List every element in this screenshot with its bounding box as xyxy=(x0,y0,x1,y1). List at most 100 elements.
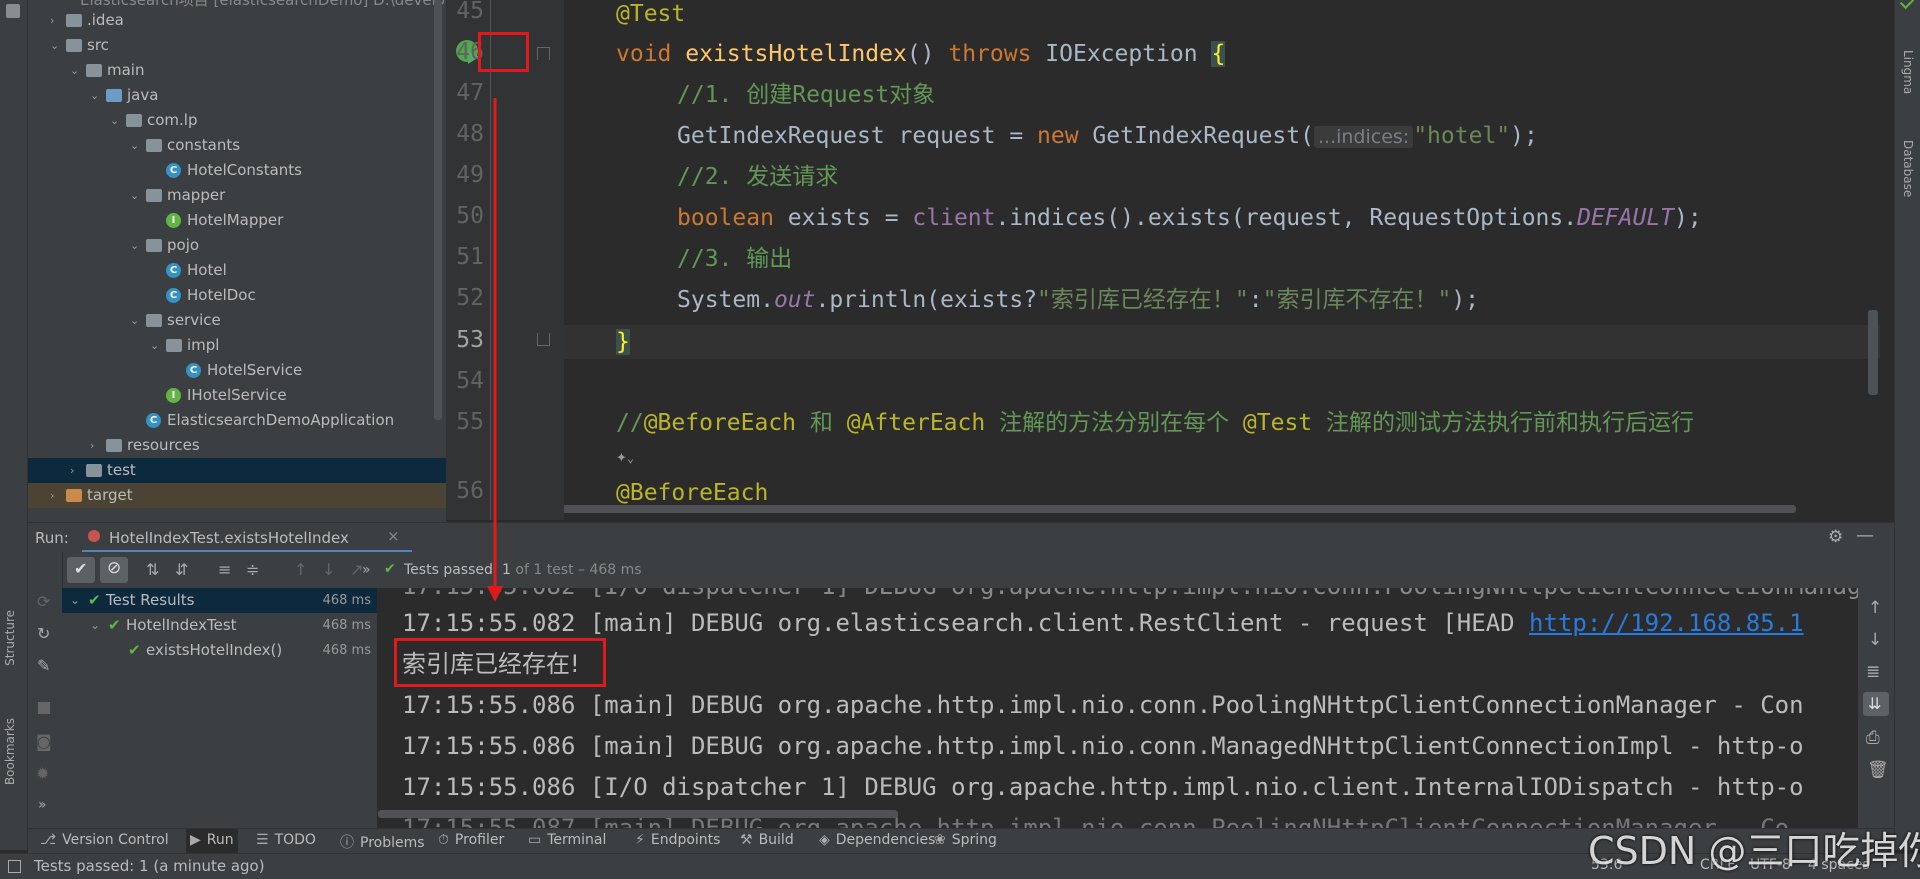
tree-item-hotelmapper[interactable]: I HotelMapper xyxy=(28,208,446,233)
test-tree-row[interactable]: ⌄ ✔ HotelIndexTest 468 ms xyxy=(62,613,377,638)
sort-duration-icon[interactable]: ⇵ xyxy=(175,560,188,579)
tool-window-run[interactable]: ▶ Run xyxy=(186,829,238,854)
tree-item-java[interactable]: ⌄ java xyxy=(28,83,446,108)
layout-icon[interactable] xyxy=(8,860,21,873)
chevron-down-icon[interactable]: ⌄ xyxy=(90,90,100,101)
more-icon[interactable]: » xyxy=(38,797,47,813)
tree-item-service[interactable]: ⌄ service xyxy=(28,308,446,333)
tool-window-todo[interactable]: ☰ TODO xyxy=(256,832,316,848)
folder-icon xyxy=(106,439,122,452)
tree-item-hotelservice[interactable]: C HotelService xyxy=(28,358,446,383)
expand-all-icon[interactable]: ≡ xyxy=(218,560,231,579)
fold-end-icon[interactable] xyxy=(537,333,550,346)
test-label: existsHotelIndex() xyxy=(146,641,283,659)
toggle-auto-test-icon[interactable]: ⟳ xyxy=(37,592,50,611)
test-tree-row[interactable]: ✔ existsHotelIndex() 468 ms xyxy=(62,638,377,663)
chevron-down-icon[interactable]: ⌄ xyxy=(130,315,140,326)
scroll-down-icon[interactable]: ↓ xyxy=(1868,630,1882,650)
tree-item--idea[interactable]: › .idea xyxy=(28,8,446,33)
tree-item-src[interactable]: ⌄ src xyxy=(28,33,446,58)
more-icon[interactable]: » xyxy=(362,562,371,578)
code-line-45: @Test xyxy=(616,1,686,27)
chevron-down-icon[interactable]: ⌄ xyxy=(150,340,160,351)
tree-item-hotelconstants[interactable]: C HotelConstants xyxy=(28,158,446,183)
show-ignored-toggle[interactable]: ⊘ xyxy=(100,557,128,583)
collapse-all-icon[interactable]: ≑ xyxy=(246,560,259,579)
chevron-right-icon[interactable]: › xyxy=(90,440,100,451)
scroll-up-icon[interactable]: ↑ xyxy=(1868,598,1882,618)
passed-icon: ✔ xyxy=(88,591,101,609)
tree-item-pojo[interactable]: ⌄ pojo xyxy=(28,233,446,258)
editor-horizontal-scrollbar[interactable] xyxy=(564,505,1796,513)
test-tree-row[interactable]: ⌄ ✔ Test Results 468 ms xyxy=(62,588,377,613)
chevron-down-icon[interactable]: ⌄ xyxy=(50,40,60,51)
close-tab-icon[interactable]: × xyxy=(387,527,400,545)
folder-icon xyxy=(66,14,82,27)
code-editor[interactable]: @Test void existsHotelIndex() throws IOE… xyxy=(564,0,1880,518)
bookmarks-tab[interactable]: Bookmarks xyxy=(3,718,17,785)
tree-item-resources[interactable]: › resources xyxy=(28,433,446,458)
editor-vertical-scrollbar[interactable] xyxy=(1868,310,1878,395)
stop-icon[interactable] xyxy=(38,702,50,714)
chevron-down-icon[interactable]: ⌄ xyxy=(90,613,100,638)
dependencies-icon: ◈ xyxy=(819,832,830,848)
project-icon[interactable] xyxy=(6,4,20,18)
console-output[interactable]: 17:15:55.082 [I/O dispatcher 1] DEBUG or… xyxy=(378,588,1858,828)
soft-wrap-icon[interactable]: ≣ xyxy=(1866,662,1880,682)
scroll-to-end-toggle[interactable]: ⇊ xyxy=(1863,692,1889,716)
tree-item-target[interactable]: › target xyxy=(28,483,446,508)
tool-window-dependencies[interactable]: ◈ Dependencies xyxy=(819,832,935,848)
trash-icon[interactable]: 🗑 xyxy=(1867,760,1889,780)
gear-icon[interactable]: ⚙ xyxy=(1828,527,1843,547)
wrench-icon[interactable]: ✎ xyxy=(37,656,50,675)
run-tab[interactable]: HotelIndexTest.existsHotelIndex × xyxy=(82,523,412,553)
tool-window-profiler[interactable]: ⏱ Profiler xyxy=(438,832,504,848)
chevron-right-icon[interactable]: › xyxy=(50,490,60,501)
tree-item-elasticsearchdemoapplication[interactable]: C ElasticsearchDemoApplication xyxy=(28,408,446,433)
tree-item-com-lp[interactable]: ⌄ com.lp xyxy=(28,108,446,133)
tree-item-main[interactable]: ⌄ main xyxy=(28,58,446,83)
tree-item-hoteldoc[interactable]: C HotelDoc xyxy=(28,283,446,308)
print-icon[interactable]: ⎙ xyxy=(1866,728,1880,748)
fold-icon[interactable] xyxy=(537,47,550,60)
chevron-right-icon[interactable]: › xyxy=(70,465,80,476)
minimize-icon[interactable]: — xyxy=(1856,525,1874,546)
database-tab[interactable]: Database xyxy=(1901,140,1915,197)
structure-tab[interactable]: Structure xyxy=(3,610,17,666)
show-passed-toggle[interactable]: ✔ xyxy=(67,557,95,583)
camera-icon[interactable]: ◙ xyxy=(36,732,52,751)
chevron-down-icon[interactable]: ⌄ xyxy=(70,65,80,76)
tool-window-version-control[interactable]: ⎇ Version Control xyxy=(40,832,169,848)
chevron-down-icon[interactable]: ⌄ xyxy=(70,588,80,613)
tree-item-constants[interactable]: ⌄ constants xyxy=(28,133,446,158)
annotation-arrow xyxy=(487,98,503,602)
tool-window-terminal[interactable]: ▭ Terminal xyxy=(528,832,606,848)
request-link[interactable]: http://192.168.85.1 xyxy=(1529,609,1804,637)
chevron-down-icon[interactable]: ⌄ xyxy=(130,240,140,251)
lingma-inline-icon[interactable]: ✦⌄ xyxy=(616,446,638,468)
line-number: 54 xyxy=(456,368,484,394)
prev-failed-icon[interactable]: ↑ xyxy=(294,560,307,579)
tree-item-impl[interactable]: ⌄ impl xyxy=(28,333,446,358)
tree-item-hotel[interactable]: C Hotel xyxy=(28,258,446,283)
console-horizontal-scrollbar[interactable] xyxy=(378,810,898,818)
chevron-down-icon[interactable]: ⌄ xyxy=(130,190,140,201)
tool-window-endpoints[interactable]: ⚡ Endpoints xyxy=(635,832,720,848)
chevron-right-icon[interactable]: › xyxy=(50,15,60,26)
lingma-tab[interactable]: Lingma xyxy=(1901,50,1915,94)
sort-alpha-icon[interactable]: ⇅ xyxy=(146,560,159,579)
debug-icon[interactable]: ✹ xyxy=(36,764,49,783)
profiler-icon: ⏱ xyxy=(438,832,449,848)
class-icon: C xyxy=(166,288,181,303)
tool-window-problems[interactable]: ⓘ Problems xyxy=(340,832,425,852)
rerun-failed-icon[interactable]: ↻ xyxy=(37,624,50,643)
tree-item-mapper[interactable]: ⌄ mapper xyxy=(28,183,446,208)
tool-window-build[interactable]: ⚒ Build xyxy=(740,832,794,848)
tree-item-test[interactable]: › test xyxy=(28,458,446,483)
chevron-down-icon[interactable]: ⌄ xyxy=(110,115,120,126)
next-failed-icon[interactable]: ↓ xyxy=(322,560,335,579)
tree-scrollbar[interactable] xyxy=(434,0,442,420)
tree-item-ihotelservice[interactable]: I IHotelService xyxy=(28,383,446,408)
chevron-down-icon[interactable]: ⌄ xyxy=(130,140,140,151)
tool-window-spring[interactable]: ❀ Spring xyxy=(934,832,997,848)
